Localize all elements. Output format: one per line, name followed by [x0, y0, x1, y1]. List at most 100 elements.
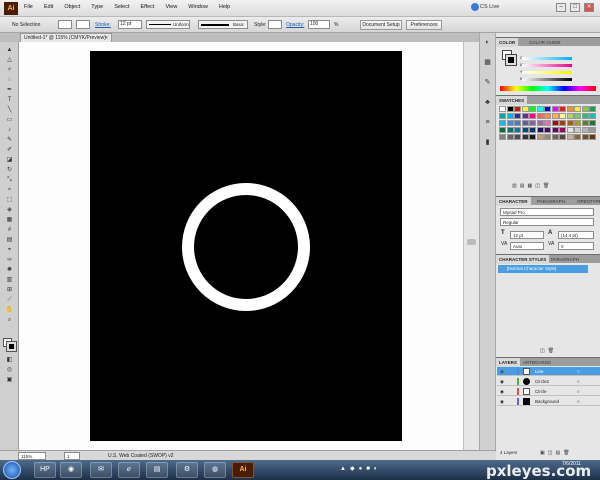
variable-width-profile[interactable]: Uniform — [146, 20, 190, 29]
menu-help[interactable]: Help — [219, 4, 230, 10]
swatch[interactable] — [499, 120, 506, 126]
tracking-field[interactable]: 0 — [558, 242, 594, 250]
graph-tool-icon[interactable]: ▥ — [4, 276, 15, 284]
taskbar-mail-icon[interactable]: ✉ — [90, 462, 112, 478]
layer-name[interactable]: Circle2 — [535, 377, 549, 386]
stroke-color-icon[interactable] — [6, 341, 17, 352]
screen-mode-icon[interactable]: ▣ — [4, 376, 15, 384]
swatch[interactable] — [506, 134, 514, 140]
swatch[interactable] — [566, 127, 574, 133]
layer-row-line[interactable]: ◉ Line ○ — [497, 367, 600, 376]
target-icon[interactable]: ○ — [577, 397, 580, 406]
scale-tool-icon[interactable]: ⤡ — [4, 176, 15, 184]
scroll-thumb[interactable] — [467, 239, 476, 245]
menu-view[interactable]: View — [165, 4, 177, 10]
swatch[interactable] — [521, 127, 529, 133]
shape-builder-tool-icon[interactable]: ◈ — [4, 206, 15, 214]
swatch[interactable] — [544, 120, 551, 126]
layer-row-background[interactable]: ◉ Background ○ — [497, 397, 600, 406]
visibility-eye-icon[interactable]: ◉ — [500, 367, 504, 376]
cs-live-button[interactable]: CS Live — [480, 4, 499, 10]
type-tool-icon[interactable]: T — [4, 96, 15, 104]
swatch[interactable] — [589, 113, 596, 119]
swatch[interactable] — [574, 120, 581, 126]
tab-character[interactable]: CHARACTER — [496, 197, 531, 206]
layer-row-circle2[interactable]: ◉ Circle2 ○ — [497, 377, 600, 386]
stroke-weight-field[interactable]: 12 pt — [118, 20, 142, 29]
target-icon[interactable]: ○ — [577, 387, 580, 396]
swatch[interactable] — [506, 120, 514, 126]
menu-edit[interactable]: Edit — [44, 4, 53, 10]
delete-layer-icon[interactable]: 🗑 — [563, 450, 572, 456]
taskbar-illustrator-icon[interactable]: Ai — [232, 462, 254, 478]
font-family-field[interactable]: Myriad Pro — [500, 208, 594, 216]
color-panel-icon[interactable]: ◐ — [482, 38, 493, 48]
leading-field[interactable]: (14.4 pt) — [558, 231, 594, 239]
swatch[interactable] — [589, 120, 596, 126]
artboard-tool-icon[interactable]: ⊞ — [4, 286, 15, 294]
swatch[interactable] — [529, 127, 536, 133]
taskbar-hp-icon[interactable]: HP — [34, 462, 56, 478]
layer-name[interactable]: Background — [535, 397, 559, 406]
tab-color[interactable]: COLOR — [496, 38, 519, 47]
swatch[interactable] — [551, 127, 559, 133]
normal-character-style[interactable]: [Normal Character Style] — [498, 265, 588, 273]
tab-artboards[interactable]: ARTBOARDS — [520, 358, 554, 367]
tray-icon[interactable]: ◆ — [350, 466, 359, 472]
swatch[interactable] — [581, 134, 589, 140]
yellow-slider[interactable] — [522, 71, 572, 74]
artboard[interactable] — [90, 51, 402, 441]
pencil-tool-icon[interactable]: ✎ — [4, 136, 15, 144]
swatch-library-icon[interactable]: ▥ — [512, 183, 520, 189]
blend-tool-icon[interactable]: ∞ — [4, 256, 15, 264]
swatch[interactable] — [499, 127, 506, 133]
black-slider[interactable] — [522, 78, 572, 81]
direct-selection-tool-icon[interactable]: △ — [4, 56, 15, 64]
swatch[interactable] — [514, 134, 521, 140]
slice-tool-icon[interactable]: ⟋ — [4, 296, 15, 304]
menu-file[interactable]: File — [24, 4, 33, 10]
minimize-button[interactable]: – — [556, 3, 566, 12]
swatch[interactable] — [514, 106, 521, 112]
swatch[interactable] — [574, 127, 581, 133]
menu-window[interactable]: Window — [188, 4, 208, 10]
swatch[interactable] — [544, 127, 551, 133]
swatch[interactable] — [559, 106, 566, 112]
cs-live-icon[interactable] — [471, 3, 479, 11]
swatch[interactable] — [544, 106, 551, 112]
brush-definition[interactable]: Basic — [198, 20, 248, 29]
document-setup-button[interactable]: Document Setup — [360, 20, 402, 30]
magenta-slider[interactable] — [522, 64, 572, 67]
layer-name[interactable]: Circle — [535, 387, 547, 396]
mesh-tool-icon[interactable]: # — [4, 226, 15, 234]
visibility-eye-icon[interactable]: ◉ — [500, 387, 504, 396]
gradient-tool-icon[interactable]: ▤ — [4, 236, 15, 244]
swatch[interactable] — [536, 120, 544, 126]
swatch[interactable] — [589, 134, 596, 140]
ring-circle[interactable] — [182, 183, 310, 311]
style-picker[interactable] — [268, 20, 282, 29]
swatch[interactable] — [544, 134, 551, 140]
zoom-tool-icon[interactable]: ⌕ — [4, 316, 15, 324]
taskbar-app-icon[interactable]: ◍ — [204, 462, 226, 478]
lasso-tool-icon[interactable]: ◌ — [4, 76, 15, 84]
stroke-panel-icon[interactable]: ≡ — [482, 118, 493, 128]
swatch[interactable] — [566, 134, 574, 140]
document-tab[interactable]: Untitled-1* @ 115% (CMYK/Preview) × — [20, 33, 112, 42]
swatch[interactable] — [574, 134, 581, 140]
color-mode-icon[interactable]: ◧ — [4, 356, 15, 364]
swatch[interactable] — [521, 134, 529, 140]
swatch[interactable] — [559, 127, 566, 133]
stroke-swatch[interactable] — [76, 20, 90, 29]
tab-swatches[interactable]: SWATCHES — [496, 96, 528, 105]
swatch[interactable] — [551, 134, 559, 140]
tray-icon[interactable]: ■ — [366, 466, 374, 472]
swatch[interactable] — [581, 106, 589, 112]
visibility-eye-icon[interactable]: ◉ — [500, 377, 504, 386]
tab-close-icon[interactable]: × — [105, 34, 108, 42]
delete-style-icon[interactable]: 🗑 — [548, 348, 557, 354]
line-tool-icon[interactable]: ╲ — [4, 106, 15, 114]
swatch[interactable] — [551, 120, 559, 126]
taskbar-ie-icon[interactable]: ℯ — [118, 462, 140, 478]
swatch[interactable] — [559, 113, 566, 119]
